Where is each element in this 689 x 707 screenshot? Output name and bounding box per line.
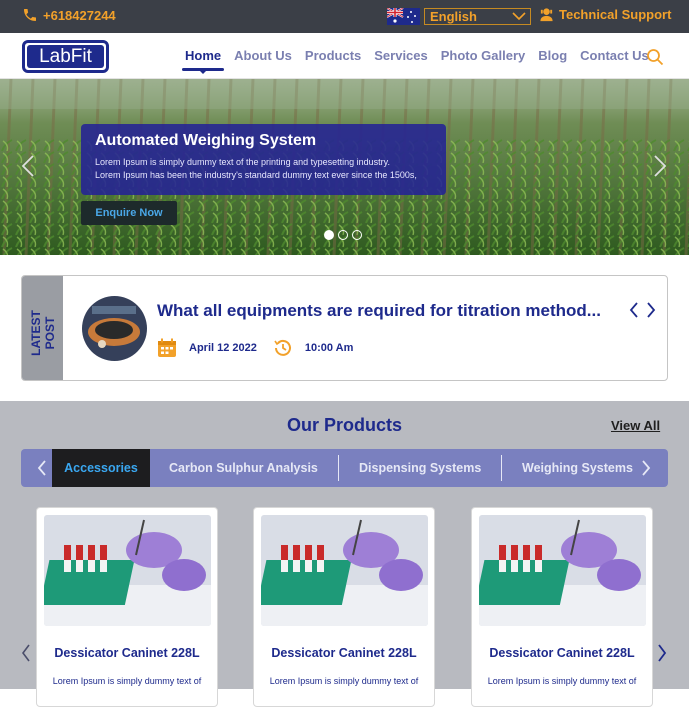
product-image bbox=[479, 515, 646, 626]
tab-divider bbox=[501, 455, 502, 481]
chevron-left-icon[interactable] bbox=[21, 644, 31, 662]
tab-carbon-sulphur-analysis[interactable]: Carbon Sulphur Analysis bbox=[169, 449, 318, 487]
post-date: April 12 2022 bbox=[189, 342, 257, 354]
post-time: 10:00 Am bbox=[304, 342, 354, 354]
clock-icon bbox=[274, 339, 291, 356]
latest-post-tag-label: LATEST POST bbox=[29, 310, 57, 356]
product-category-tabs: Accessories Carbon Sulphur Analysis Disp… bbox=[21, 449, 668, 487]
slider-dot[interactable] bbox=[352, 230, 362, 240]
chevron-left-icon[interactable] bbox=[628, 302, 640, 318]
latest-post-tag: LATEST POST bbox=[22, 276, 63, 380]
australia-flag-icon[interactable] bbox=[387, 8, 420, 25]
chevron-right-icon[interactable] bbox=[653, 154, 667, 178]
logo[interactable]: LabFit bbox=[22, 40, 109, 73]
product-card[interactable]: Dessicator Caninet 228L Lorem Ipsum is s… bbox=[471, 507, 653, 707]
product-card[interactable]: Dessicator Caninet 228L Lorem Ipsum is s… bbox=[36, 507, 218, 707]
language-select[interactable]: English bbox=[424, 8, 531, 25]
slider-dot[interactable] bbox=[324, 230, 334, 240]
hero-slider: Automated Weighing System Lorem Ipsum is… bbox=[0, 79, 689, 255]
main-menu: Home About Us Products Services Photo Ga… bbox=[181, 48, 662, 74]
phone-icon bbox=[24, 9, 36, 21]
slider-dots bbox=[324, 230, 362, 240]
product-image bbox=[261, 515, 428, 626]
tab-accessories[interactable]: Accessories bbox=[52, 449, 150, 487]
chevron-left-icon[interactable] bbox=[37, 460, 47, 476]
chevron-down-icon bbox=[512, 12, 526, 21]
latest-post-card: LATEST POST What all equipments are requ… bbox=[21, 275, 668, 381]
tab-weighing-systems[interactable]: Weighing Systems bbox=[522, 449, 633, 487]
nav-blog[interactable]: Blog bbox=[538, 48, 567, 63]
technical-support-link[interactable]: Technical Support bbox=[539, 7, 671, 22]
view-all-link[interactable]: View All bbox=[611, 418, 660, 433]
nav-contact-us[interactable]: Contact Us bbox=[580, 48, 649, 63]
post-thumbnail[interactable] bbox=[82, 296, 147, 361]
chevron-right-icon[interactable] bbox=[645, 302, 657, 318]
main-navbar: LabFit Home About Us Products Services P… bbox=[0, 33, 689, 79]
phone-link[interactable]: +618427244 bbox=[22, 7, 116, 23]
product-card[interactable]: Dessicator Caninet 228L Lorem Ipsum is s… bbox=[253, 507, 435, 707]
hero-text-line2: Lorem Ipsum has been the industry's stan… bbox=[95, 170, 417, 180]
nav-home[interactable]: Home bbox=[181, 48, 225, 74]
hero-title: Automated Weighing System bbox=[95, 132, 317, 149]
chevron-right-icon[interactable] bbox=[641, 460, 651, 476]
calendar-icon bbox=[158, 338, 176, 357]
product-description: Lorem Ipsum is simply dummy text of bbox=[487, 676, 637, 686]
hero-caption: Automated Weighing System Lorem Ipsum is… bbox=[81, 124, 446, 195]
chevron-left-icon[interactable] bbox=[21, 154, 35, 178]
nav-photo-gallery[interactable]: Photo Gallery bbox=[441, 48, 526, 63]
product-title[interactable]: Dessicator Caninet 228L bbox=[254, 646, 434, 660]
logo-text: LabFit bbox=[27, 45, 104, 68]
hero-text-line1: Lorem Ipsum is simply dummy text of the … bbox=[95, 157, 390, 167]
support-label: Technical Support bbox=[559, 7, 672, 22]
product-title[interactable]: Dessicator Caninet 228L bbox=[472, 646, 652, 660]
support-agent-icon bbox=[540, 8, 553, 22]
search-icon[interactable] bbox=[646, 48, 664, 66]
phone-number: +618427244 bbox=[43, 7, 116, 23]
product-image bbox=[44, 515, 211, 626]
nav-products[interactable]: Products bbox=[305, 48, 361, 63]
language-value: English bbox=[430, 9, 477, 24]
nav-services[interactable]: Services bbox=[374, 48, 428, 63]
tab-divider bbox=[338, 455, 339, 481]
product-title[interactable]: Dessicator Caninet 228L bbox=[37, 646, 217, 660]
enquire-now-button[interactable]: Enquire Now bbox=[81, 201, 177, 225]
tab-dispensing-systems[interactable]: Dispensing Systems bbox=[359, 449, 481, 487]
top-bar: +618427244 English Technical Support bbox=[0, 0, 689, 33]
post-title[interactable]: What all equipments are required for tit… bbox=[157, 301, 601, 321]
slider-dot[interactable] bbox=[338, 230, 348, 240]
chevron-right-icon[interactable] bbox=[657, 644, 667, 662]
products-heading: Our Products bbox=[286, 415, 402, 435]
products-section: Our Products View All Accessories Carbon… bbox=[0, 401, 689, 707]
product-description: Lorem Ipsum is simply dummy text of bbox=[52, 676, 202, 686]
product-description: Lorem Ipsum is simply dummy text of bbox=[269, 676, 419, 686]
post-meta: April 12 2022 10:00 Am bbox=[157, 338, 353, 358]
nav-about-us[interactable]: About Us bbox=[234, 48, 292, 63]
